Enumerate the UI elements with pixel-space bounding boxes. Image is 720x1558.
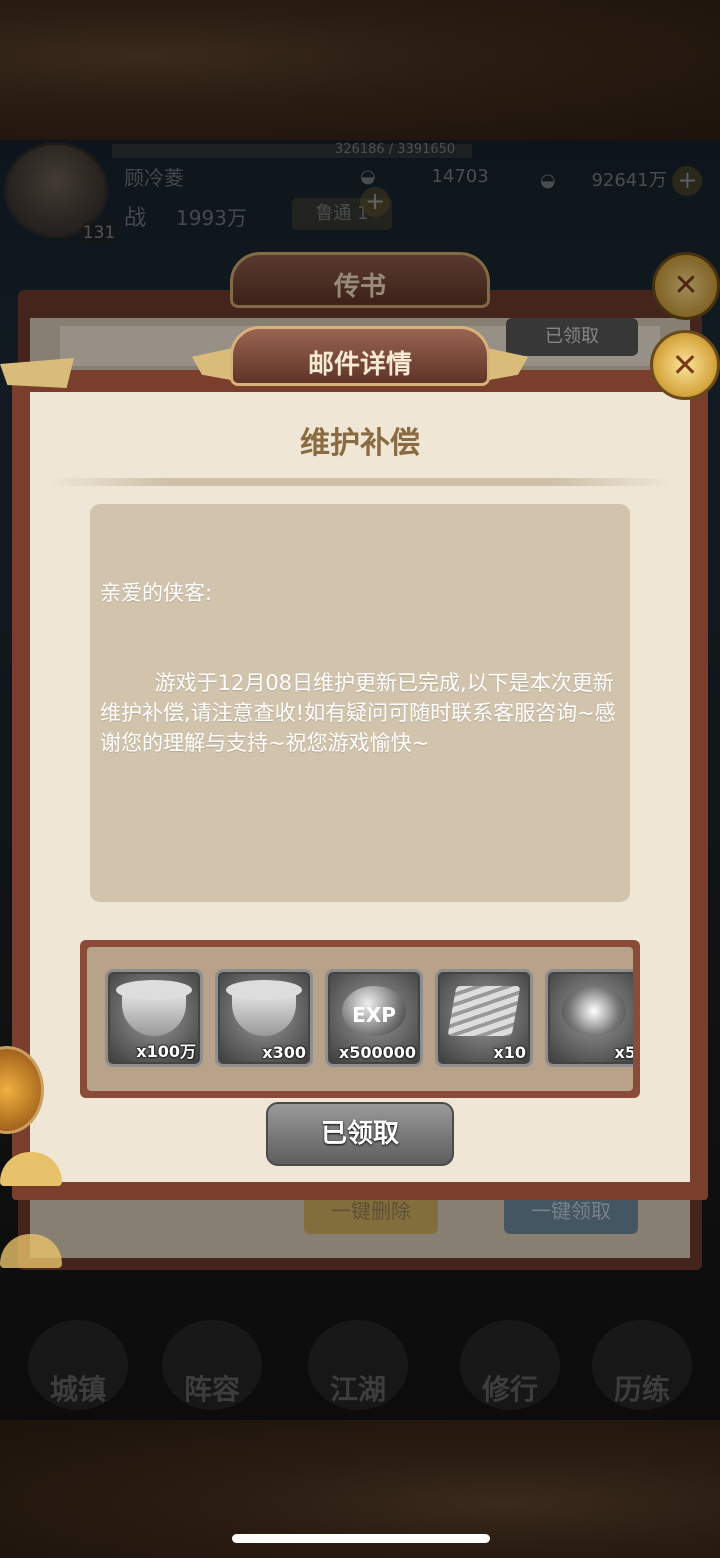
scroll-icon [447,986,521,1036]
home-indicator[interactable] [232,1534,490,1543]
mail-subject: 维护补偿 [300,426,420,461]
mail-content: 游戏于12月08日维护更新已完成,以下是本次更新维护补偿,请注意查收!如有疑问可… [100,671,616,755]
close-icon: ✕ [671,346,699,384]
exp-orb-icon: EXP [342,986,406,1036]
reward-qty: x500000 [338,1043,416,1062]
reward-item[interactable]: x10 [435,969,533,1067]
reward-qty: x5 [614,1043,633,1062]
reward-qty: x100万 [136,1042,196,1061]
swirl-item-icon [562,986,626,1036]
silver-ingot-icon [116,980,192,1036]
reward-qty: x10 [493,1043,526,1062]
rewards-box: x100万 x300 EXP x500000 x10 x5 [80,940,640,1098]
top-decor-band [0,0,720,140]
mail-detail-title: 邮件详情 [307,350,412,380]
reward-qty: x300 [262,1043,306,1062]
gold-ingot-icon [226,980,302,1036]
rewards-list: x100万 x300 EXP x500000 x10 x5 [87,947,633,1091]
mail-body: 亲爱的侠客: 游戏于12月08日维护更新已完成,以下是本次更新维护补偿,请注意查… [90,504,630,902]
subject-divider [50,478,670,486]
reward-item[interactable]: x100万 [105,969,203,1067]
game-screen: 131 326186 / 3391650 顾冷菱 战 1993万 鲁通 1 ◒ … [0,0,720,1558]
reward-item[interactable]: EXP x500000 [325,969,423,1067]
reward-item[interactable]: x300 [215,969,313,1067]
claimed-button[interactable]: 已领取 [266,1102,454,1166]
reward-item[interactable]: x5 [545,969,633,1067]
mail-greeting: 亲爱的侠客: [100,581,213,605]
close-button[interactable]: ✕ [650,330,720,400]
